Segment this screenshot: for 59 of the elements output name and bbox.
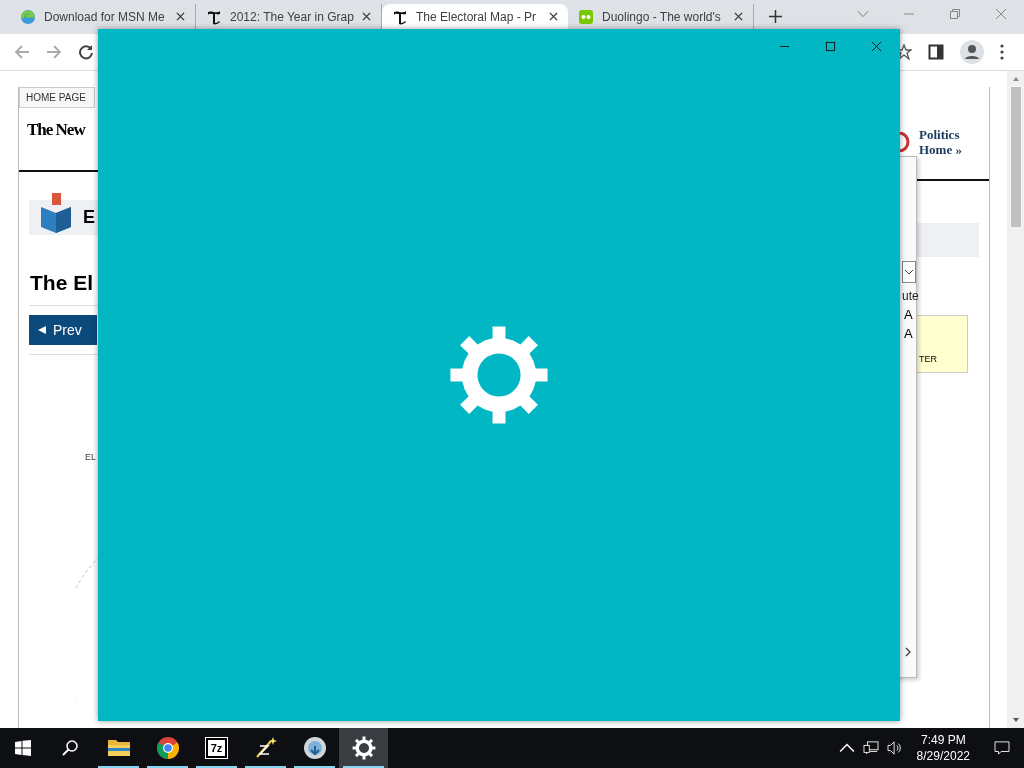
list-item[interactable]: A <box>904 326 916 341</box>
page-heading: The El <box>30 271 93 295</box>
side-panel-icon[interactable] <box>928 44 944 60</box>
tab-title: Download for MSN Me <box>44 9 166 24</box>
down-arrow-icon[interactable] <box>1011 717 1020 723</box>
browser-tab[interactable]: The Electoral Map - Pr <box>382 4 568 29</box>
plus-icon[interactable] <box>769 10 782 23</box>
reload-icon[interactable] <box>78 44 94 60</box>
magic-wand-icon <box>253 736 278 760</box>
tab-title: The Electoral Map - Pr <box>416 9 538 24</box>
menu-icon[interactable] <box>1000 44 1004 60</box>
close-icon[interactable] <box>734 12 743 21</box>
running-indicator <box>147 766 188 768</box>
chevron-right-icon[interactable] <box>904 647 912 657</box>
map-label: EL <box>85 452 97 462</box>
clock[interactable]: 7:49 PM 8/29/2022 <box>910 732 978 764</box>
chevron-down-icon[interactable] <box>902 261 916 283</box>
clock-time: 7:49 PM <box>920 732 966 748</box>
gear-icon <box>351 736 376 760</box>
chevron-up-icon[interactable] <box>838 741 855 755</box>
nav-tab[interactable]: HOME PAGE <box>19 87 95 108</box>
circle-logo-icon <box>899 132 911 152</box>
notification-icon[interactable] <box>994 741 1010 755</box>
close-icon[interactable] <box>871 41 882 52</box>
left-triangle-icon <box>37 325 47 335</box>
scrollbar[interactable] <box>1007 71 1024 728</box>
speaker-icon[interactable] <box>886 741 903 755</box>
newspaper-logo[interactable]: The New <box>27 120 85 140</box>
prev-button[interactable]: Prev <box>29 315 97 345</box>
running-indicator <box>196 766 237 768</box>
banner-title: E <box>83 207 95 228</box>
browser-logo-icon <box>20 8 36 25</box>
ballot-box-icon <box>39 192 73 233</box>
close-icon[interactable] <box>549 12 558 21</box>
network-icon[interactable] <box>862 741 879 755</box>
politics-home-link[interactable]: Politics Home » <box>919 127 979 157</box>
clock-date: 8/29/2022 <box>916 748 970 764</box>
newspaper-logo-icon <box>392 8 408 25</box>
running-indicator <box>343 766 384 768</box>
app-label: 7z <box>205 738 228 758</box>
tab-title: 2012: The Year in Grap <box>230 9 354 24</box>
tab-title: Duolingo - The world's <box>602 9 722 24</box>
taskbar-app[interactable] <box>339 728 388 768</box>
column-header: ute <box>902 289 916 303</box>
taskbar-app[interactable]: 7z <box>192 728 241 768</box>
chrome-logo-icon <box>155 736 180 760</box>
newspaper-logo-icon <box>206 8 222 25</box>
profile-icon[interactable] <box>960 40 984 64</box>
running-indicator <box>98 766 139 768</box>
gear-icon <box>450 326 548 424</box>
running-indicator <box>294 766 335 768</box>
running-indicator <box>245 766 286 768</box>
up-arrow-icon[interactable] <box>1011 76 1020 82</box>
maximize-icon[interactable] <box>825 41 836 52</box>
scrollbar-thumb[interactable] <box>1010 87 1021 227</box>
close-icon[interactable] <box>176 12 185 21</box>
restore-icon[interactable] <box>949 8 961 20</box>
owl-eyes-icon <box>578 8 594 25</box>
close-icon[interactable] <box>362 12 371 21</box>
